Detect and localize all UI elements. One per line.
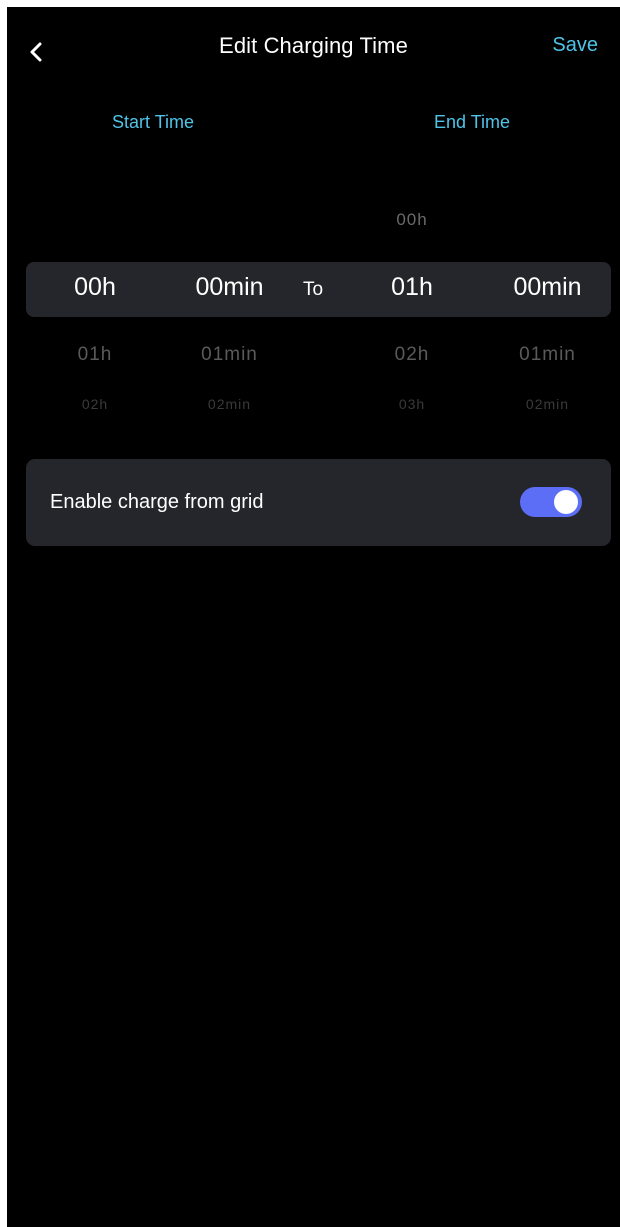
- start-hour-option[interactable]: 02h: [45, 396, 145, 412]
- to-separator: To: [303, 279, 324, 300]
- grid-charge-label: Enable charge from grid: [50, 491, 264, 513]
- start-hour-selected: 00h: [74, 273, 116, 301]
- end-hour-option[interactable]: 00h: [362, 210, 462, 230]
- start-minute-option[interactable]: 01min: [172, 344, 287, 366]
- toggle-knob: [554, 490, 578, 514]
- end-hour-option[interactable]: 02h: [362, 344, 462, 366]
- end-hour-option[interactable]: 03h: [362, 396, 462, 412]
- start-time-label: Start Time: [112, 112, 195, 132]
- grid-charge-toggle[interactable]: [520, 487, 582, 517]
- grid-charge-card: Enable charge from grid: [26, 459, 611, 546]
- start-minute-selected: 00min: [195, 273, 264, 301]
- end-minute-option[interactable]: 02min: [490, 396, 605, 412]
- start-minute-option[interactable]: 02min: [172, 396, 287, 412]
- page-title: Edit Charging Time: [219, 33, 408, 58]
- app-screen: Edit Charging Time Save Start Time End T…: [7, 7, 620, 1227]
- end-minute-selected: 00min: [513, 273, 582, 301]
- end-minute-option[interactable]: 01min: [490, 344, 605, 366]
- end-time-label: End Time: [434, 112, 511, 132]
- header-bar: Edit Charging Time Save: [7, 7, 620, 87]
- save-button[interactable]: Save: [552, 34, 598, 57]
- end-hour-selected: 01h: [391, 273, 433, 301]
- start-hour-option[interactable]: 01h: [45, 344, 145, 366]
